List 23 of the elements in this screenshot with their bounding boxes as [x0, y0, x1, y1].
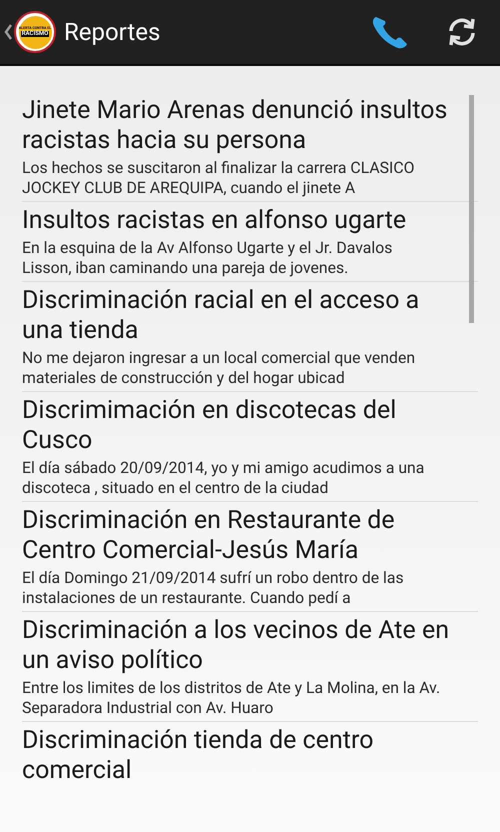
report-summary: Entre los limites de los distritos de Ate y La Molina, en la Av. Separadora Industrial con Av. Huaro [22, 678, 442, 718]
report-item[interactable]: Discriminación en Restaurante de Centro Comercial-Jesús María El día Domingo 21/09/2014 sufrí un robo dentro de las instalaciones de un restaurante. Cuando pedí a [22, 502, 478, 612]
report-summary: No me dejaron ingresar a un local comercial que venden materiales de construcción y del hogar ubicad [22, 348, 416, 388]
report-title: Discriminación en Restaurante de Centro Comercial-Jesús María [22, 506, 396, 566]
report-item[interactable]: Discrimimación en discotecas del Cusco El día sábado 20/09/2014, yo y mi amigo acudimos a una discoteca , situado en el centro de la ciudad [22, 392, 478, 502]
report-title: Discrimimación en discotecas del Cusco [22, 396, 398, 456]
report-item[interactable]: Jinete Mario Arenas denunció insultos racistas hacia su persona Los hechos se suscitaron al finalizar la carrera CLASICO JOCKEY CLUB DE AREQUIPA, cuando el jinete A [22, 92, 478, 202]
report-summary: El día sábado 20/09/2014, yo y mi amigo acudimos a una discoteca , situado en el centro de la ciudad [22, 458, 426, 498]
report-item[interactable]: Discriminación tienda de centro comercial [22, 722, 478, 789]
report-title: Jinete Mario Arenas denunció insultos racistas hacia su persona [22, 96, 448, 156]
report-title: Discriminación a los vecinos de Ate en un aviso político [22, 616, 450, 676]
report-summary: El día Domingo 21/09/2014 sufrí un robo dentro de las instalaciones de un restaurante. Cuando pedí a [22, 568, 405, 608]
report-item[interactable]: Discriminación racial en el acceso a una tienda No me dejaron ingresar a un local comercial que venden materiales de construcción y del hogar ubicad [22, 282, 478, 392]
report-title: Discriminación racial en el acceso a una tienda [22, 286, 420, 346]
report-item[interactable]: Insultos racistas en alfonso ugarte En la esquina de la Av Alfonso Ugarte y el Jr. Davalos Lisson, iban caminando una pareja de jovenes. [22, 202, 478, 282]
screen-title: Reportes [64, 17, 160, 48]
report-summary: Los hechos se suscitaron al finalizar la carrera CLASICO JOCKEY CLUB DE AREQUIPA, cuando el jinete A [22, 158, 416, 198]
back-caret-icon [4, 24, 12, 40]
report-title: Discriminación tienda de centro comercial [22, 726, 374, 786]
report-summary: En la esquina de la Av Alfonso Ugarte y el Jr. Davalos Lisson, iban caminando una pareja de jovenes. [22, 238, 394, 278]
report-title: Insultos racistas en alfonso ugarte [22, 206, 408, 236]
phone-icon [371, 14, 409, 50]
report-item[interactable]: Discriminación a los vecinos de Ate en un aviso político Entre los limites de los distritos de Ate y La Molina, en la Av. Separadora Industrial con Av. Huaro [22, 612, 478, 722]
